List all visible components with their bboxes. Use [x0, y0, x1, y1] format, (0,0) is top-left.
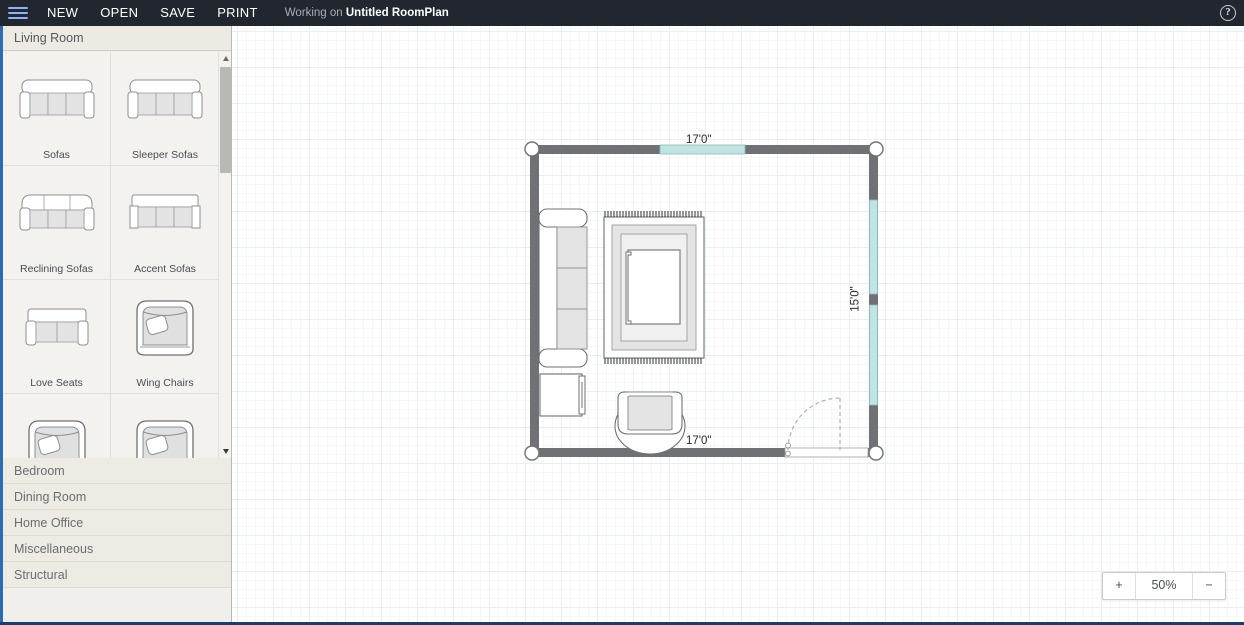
wall-right[interactable]: [869, 145, 878, 457]
door-opening[interactable]: [784, 447, 869, 458]
catalog-item-label: Accent Sofas: [134, 263, 196, 275]
floorplan-canvas[interactable]: 17'0" 17'0" 15'0" + 50% −: [232, 26, 1244, 625]
wing-chair-icon: [111, 280, 219, 375]
sidebar-category-structural[interactable]: Structural: [3, 562, 231, 588]
wall-left[interactable]: [530, 145, 539, 457]
catalog-item-sleeper-sofas[interactable]: Sleeper Sofas: [111, 52, 219, 166]
catalog-item-chairs-b[interactable]: [111, 394, 219, 458]
wing-chair-icon: [111, 394, 219, 458]
catalog-item-wing-chairs[interactable]: Wing Chairs: [111, 280, 219, 394]
dimension-label-bottom: 17'0": [686, 435, 712, 447]
sidebar-category-home-office[interactable]: Home Office: [3, 510, 231, 536]
catalog-scrollbar[interactable]: [218, 52, 231, 458]
sleeper-sofa-icon: [111, 52, 219, 147]
wing-chair-icon: [3, 394, 110, 458]
catalog-item-label: Wing Chairs: [136, 377, 194, 389]
zoom-level-value: 50%: [1151, 578, 1177, 592]
catalog-item-grid-wrapper: Sofas Sleeper Sofas Reclining Sofas Acce…: [3, 52, 231, 458]
catalog-item-label: Sleeper Sofas: [132, 149, 198, 161]
corner-handle-bottom-right[interactable]: [868, 445, 884, 461]
end-table[interactable]: [539, 373, 586, 417]
triangle-up-icon: [222, 56, 229, 61]
working-prefix: Working on: [284, 7, 343, 19]
corner-handle-bottom-left[interactable]: [524, 445, 540, 461]
catalog-item-chairs-a[interactable]: [3, 394, 111, 458]
sidebar-category-miscellaneous[interactable]: Miscellaneous: [3, 536, 231, 562]
catalog-sidebar: Living Room Sofas Sleeper Sofas Reclinin…: [0, 26, 232, 625]
help-icon[interactable]: ?: [1220, 5, 1236, 21]
menu-open[interactable]: OPEN: [89, 0, 149, 26]
corner-handle-top-left[interactable]: [524, 141, 540, 157]
catalog-item-label: Sofas: [43, 149, 70, 161]
corner-handle-top-right[interactable]: [868, 141, 884, 157]
menu-save[interactable]: SAVE: [149, 0, 206, 26]
catalog-item-grid: Sofas Sleeper Sofas Reclining Sofas Acce…: [3, 52, 219, 458]
armchair[interactable]: [614, 391, 686, 455]
hamburger-icon[interactable]: [0, 0, 36, 26]
catalog-item-label: Love Seats: [30, 377, 83, 389]
catalog-item-reclining-sofas[interactable]: Reclining Sofas: [3, 166, 111, 280]
catalog-item-love-seats[interactable]: Love Seats: [3, 280, 111, 394]
scroll-up-button[interactable]: [219, 52, 231, 65]
sidebar-footer: [3, 588, 231, 622]
zoom-control: + 50% −: [1102, 572, 1226, 600]
accent-sofa-icon: [111, 166, 219, 261]
menu-new[interactable]: NEW: [36, 0, 89, 26]
love-seat-icon: [3, 280, 110, 375]
category-list: Bedroom Dining Room Home Office Miscella…: [3, 458, 231, 588]
sofa[interactable]: [538, 208, 588, 368]
wall-top[interactable]: [530, 144, 878, 155]
catalog-item-accent-sofas[interactable]: Accent Sofas: [111, 166, 219, 280]
window-right-lower[interactable]: [869, 304, 878, 406]
zoom-in-button[interactable]: +: [1103, 573, 1136, 599]
door-swing-arc: [787, 397, 841, 451]
triangle-down-icon: [222, 449, 229, 454]
scrollbar-thumb[interactable]: [220, 67, 231, 173]
dimension-label-right: 15'0": [849, 286, 862, 312]
catalog-item-sofas[interactable]: Sofas: [3, 52, 111, 166]
sofa-icon: [3, 52, 110, 147]
working-status: Working on Untitled RoomPlan: [285, 7, 449, 19]
floorplan-drawing[interactable]: [232, 26, 1244, 622]
reclining-sofa-icon: [3, 166, 110, 261]
coffee-table[interactable]: [625, 249, 681, 325]
wall-bottom[interactable]: [530, 447, 878, 458]
zoom-out-button[interactable]: −: [1192, 573, 1225, 599]
sidebar-category-dining-room[interactable]: Dining Room: [3, 484, 231, 510]
working-document-name: Untitled RoomPlan: [345, 7, 449, 19]
window-top[interactable]: [659, 144, 746, 155]
menu-print[interactable]: PRINT: [206, 0, 269, 26]
roomplan-app: NEW OPEN SAVE PRINT Working on Untitled …: [0, 0, 1244, 625]
catalog-item-label: Reclining Sofas: [20, 263, 93, 275]
scroll-down-button[interactable]: [219, 445, 231, 458]
window-right-upper[interactable]: [869, 199, 878, 295]
dimension-label-top: 17'0": [686, 134, 712, 146]
top-menu-bar: NEW OPEN SAVE PRINT Working on Untitled …: [0, 0, 1244, 26]
sidebar-category-living-room[interactable]: Living Room: [3, 26, 231, 51]
sidebar-category-bedroom[interactable]: Bedroom: [3, 458, 231, 484]
